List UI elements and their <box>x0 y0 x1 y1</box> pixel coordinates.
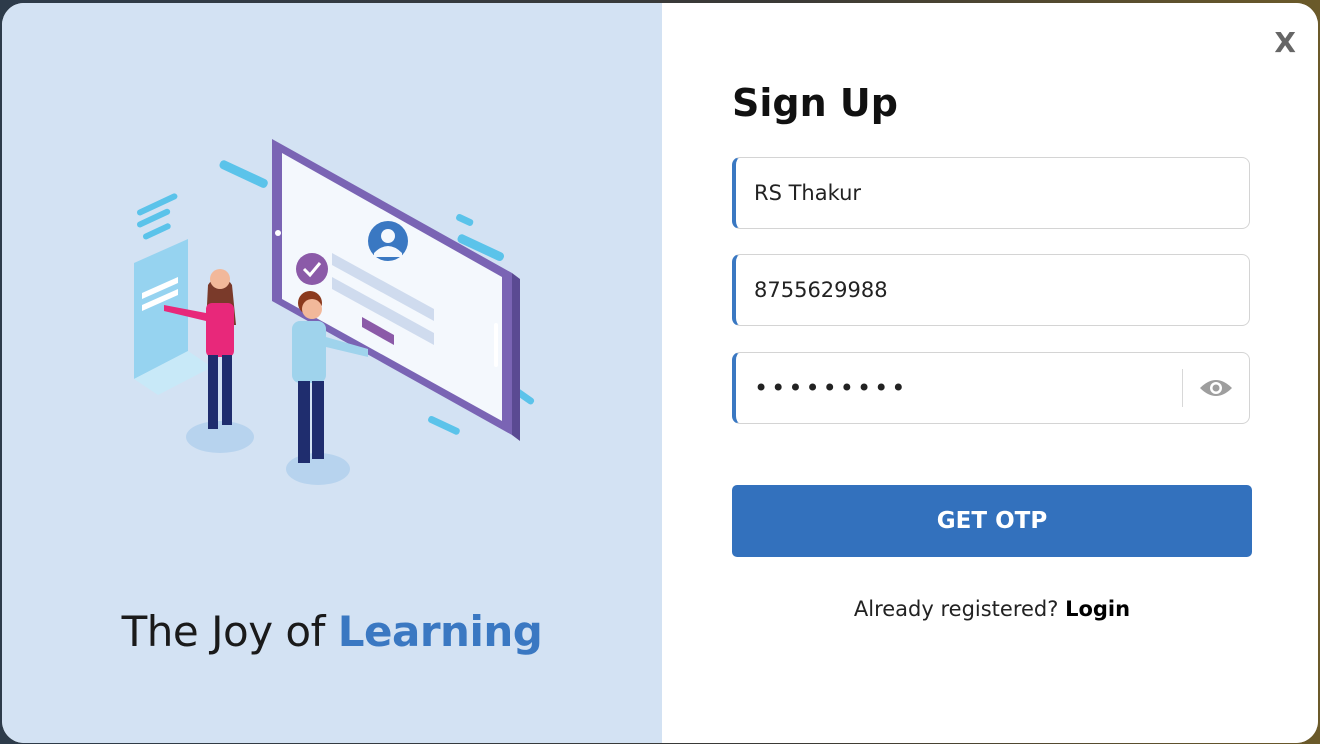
eye-icon[interactable] <box>1183 353 1249 423</box>
signup-modal: The Joy of Learning X Sign Up GET OTP Al… <box>2 3 1318 743</box>
get-otp-button[interactable]: GET OTP <box>732 485 1252 557</box>
illustration-panel: The Joy of Learning <box>2 3 662 743</box>
password-field <box>732 352 1250 424</box>
eye-icon-graphic <box>1200 380 1232 396</box>
tagline-accent: Learning <box>337 607 543 656</box>
signup-form-panel: X Sign Up GET OTP Already registered? Lo… <box>662 3 1318 743</box>
password-input[interactable] <box>736 352 1182 424</box>
login-link[interactable]: Login <box>1065 597 1130 621</box>
tagline-prefix: The Joy of <box>121 607 338 656</box>
phone-field <box>732 254 1250 326</box>
name-input[interactable] <box>736 157 1249 229</box>
tagline: The Joy of Learning <box>2 607 662 656</box>
close-icon[interactable]: X <box>1274 29 1296 57</box>
page-title: Sign Up <box>732 81 898 125</box>
name-field <box>732 157 1250 229</box>
phone-input[interactable] <box>736 254 1249 326</box>
login-prompt-text: Already registered? <box>853 597 1066 621</box>
learning-illustration <box>134 139 535 485</box>
login-prompt: Already registered? Login <box>732 597 1252 621</box>
